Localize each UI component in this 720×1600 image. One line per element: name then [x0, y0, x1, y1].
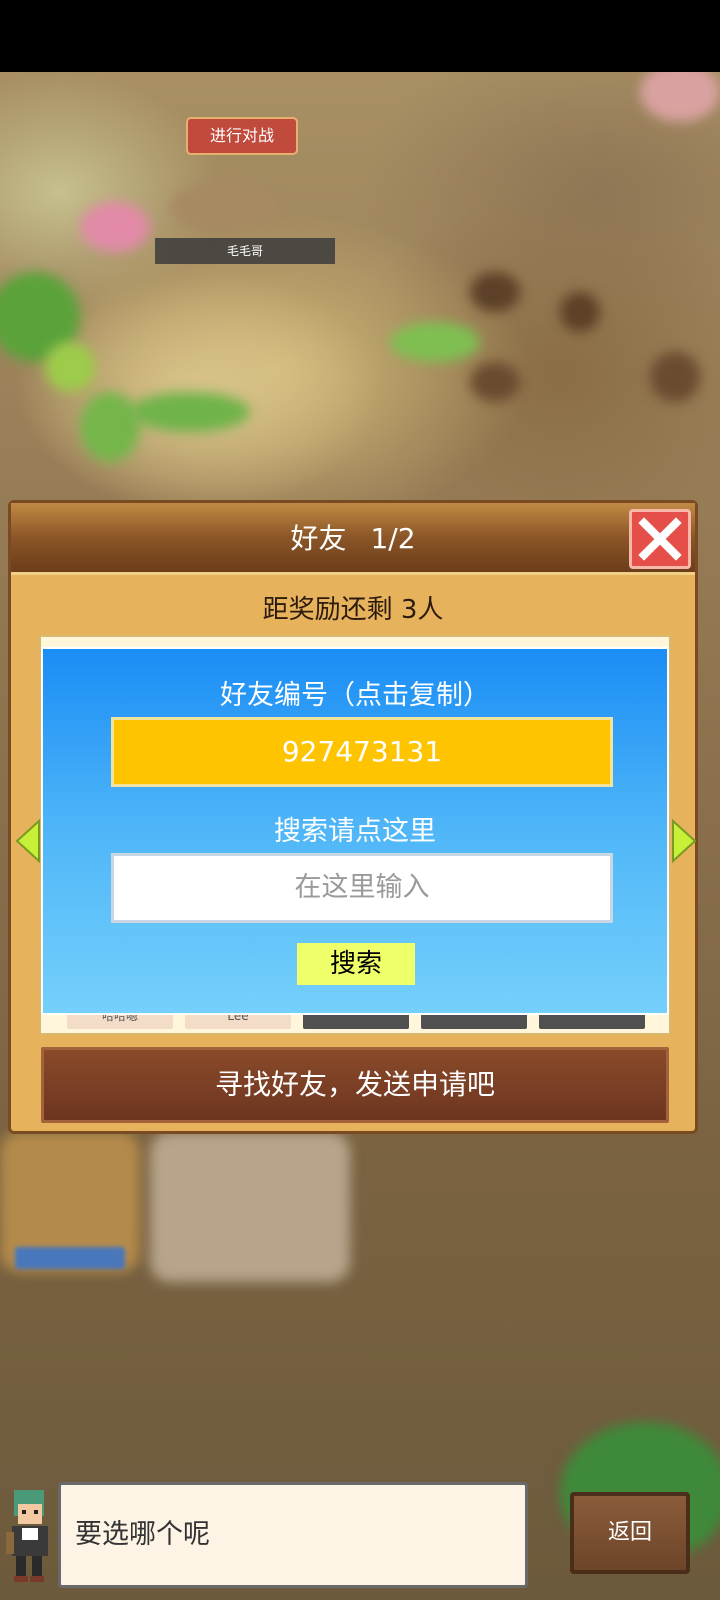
tree: [80, 392, 140, 462]
status-bar: [0, 0, 720, 72]
pink-character: [80, 202, 150, 252]
close-button[interactable]: [629, 509, 691, 569]
animal: [650, 352, 700, 402]
friend-id-panel: 好友编号（点击复制） 927473131 搜索请点这里 在这里输入 搜索: [41, 647, 669, 1015]
player-characters: [170, 182, 280, 232]
speech-bubble: 要选哪个呢: [58, 1482, 528, 1588]
stone-building: [150, 1132, 350, 1282]
back-button[interactable]: 返回: [570, 1492, 690, 1574]
grass-patch: [390, 322, 480, 362]
page-indicator: 1/2: [370, 522, 416, 555]
search-label: 搜索请点这里: [274, 816, 436, 847]
prev-page-arrow-icon[interactable]: [15, 819, 41, 863]
advisor-avatar: [0, 1482, 62, 1592]
advisor-character-icon: [6, 1490, 48, 1582]
player-name-plate: 毛毛哥: [155, 238, 335, 264]
building-corner: [640, 72, 720, 122]
reward-remaining-text: 距奖励还剩 3人: [262, 595, 444, 625]
tree: [45, 342, 95, 392]
building-label: [15, 1247, 125, 1269]
animal: [470, 272, 520, 312]
dialog-title: 好友: [290, 522, 347, 555]
find-friends-button[interactable]: 寻找好友，发送申请吧: [41, 1047, 669, 1123]
animal: [470, 362, 520, 402]
friend-id-copy-box[interactable]: 927473131: [111, 717, 613, 787]
animal: [560, 292, 600, 332]
dialog-header: 好友 1/2: [11, 503, 695, 575]
battle-button[interactable]: 进行对战: [186, 117, 298, 155]
next-page-arrow-icon[interactable]: [671, 819, 697, 863]
grass-patch: [130, 392, 250, 432]
speech-text: 要选哪个呢: [75, 1519, 210, 1550]
friend-id-label: 好友编号（点击复制）: [220, 680, 490, 711]
close-icon: [638, 517, 682, 561]
friends-dialog: 好友 1/2 距奖励还剩 3人 哈哈嗯 Lee 好友编号（点击复制） 927473…: [8, 500, 698, 1134]
search-button[interactable]: 搜索: [297, 943, 415, 985]
search-input[interactable]: 在这里输入: [111, 853, 613, 923]
